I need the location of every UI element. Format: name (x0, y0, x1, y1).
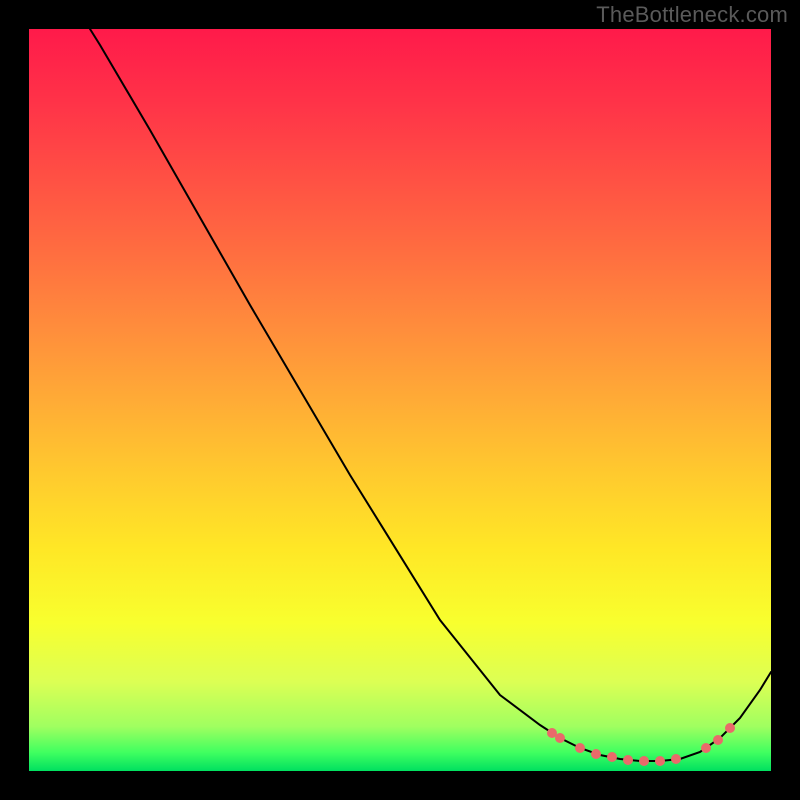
marker-dot (725, 723, 735, 733)
marker-dot (607, 752, 617, 762)
marker-dot (701, 743, 711, 753)
marker-dot (623, 755, 633, 765)
plot-background (29, 29, 771, 771)
marker-dot (655, 756, 665, 766)
marker-dot (639, 756, 649, 766)
marker-dot (575, 743, 585, 753)
marker-dot (671, 754, 681, 764)
marker-dot (591, 749, 601, 759)
marker-dot (713, 735, 723, 745)
chart-container: TheBottleneck.com (0, 0, 800, 800)
marker-dot (555, 733, 565, 743)
chart-svg (0, 0, 800, 800)
watermark-label: TheBottleneck.com (596, 2, 788, 28)
